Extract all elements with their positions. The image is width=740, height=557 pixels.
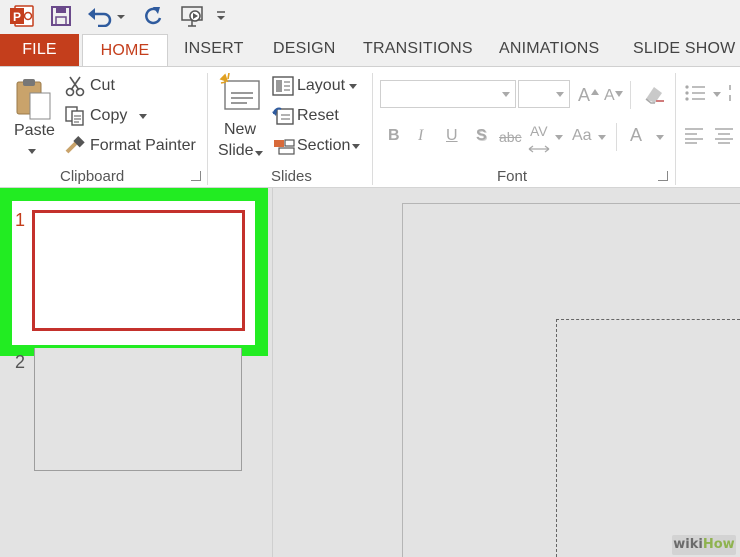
slides-group-label: Slides xyxy=(271,168,312,185)
character-spacing-dropdown-icon[interactable] xyxy=(555,135,563,140)
copy-label[interactable]: Copy xyxy=(90,107,127,125)
font-name-combo[interactable] xyxy=(380,80,516,108)
paste-label[interactable]: Paste xyxy=(14,122,55,140)
new-slide-dropdown-icon[interactable] xyxy=(255,151,263,156)
layout-dropdown-icon[interactable] xyxy=(349,84,357,89)
start-slideshow-icon[interactable] xyxy=(178,3,208,29)
clipboard-group-label: Clipboard xyxy=(60,168,125,185)
font-size-dropdown-icon[interactable] xyxy=(556,92,564,97)
font-group-label: Font xyxy=(497,168,528,185)
powerpoint-logo-icon: P xyxy=(8,3,36,29)
shrink-font-arrow-icon xyxy=(615,84,623,102)
cut-label[interactable]: Cut xyxy=(90,77,115,95)
change-case-dropdown-icon[interactable] xyxy=(598,135,606,140)
section-dropdown-icon[interactable] xyxy=(352,144,360,149)
save-icon[interactable] xyxy=(48,3,74,29)
format-painter-label[interactable]: Format Painter xyxy=(90,137,196,155)
clear-formatting-icon[interactable] xyxy=(642,83,666,110)
new-slide-label-line1[interactable]: New xyxy=(224,121,256,139)
paste-icon[interactable] xyxy=(14,77,54,126)
slide-thumbnail-1[interactable] xyxy=(32,210,245,331)
shrink-font-button[interactable]: A xyxy=(604,87,615,105)
tab-file[interactable]: FILE xyxy=(0,34,79,66)
quick-access-toolbar: P xyxy=(0,0,740,32)
format-painter-icon[interactable] xyxy=(64,135,86,162)
character-spacing-button[interactable]: AV xyxy=(530,123,548,139)
font-color-button[interactable]: A xyxy=(630,125,642,146)
copy-icon[interactable] xyxy=(64,105,86,132)
slide-thumbnail-pane: 1 2 xyxy=(0,188,272,557)
numbering-icon[interactable] xyxy=(729,83,740,108)
font-launcher-icon[interactable] xyxy=(658,171,668,181)
svg-text:P: P xyxy=(13,10,21,24)
grow-font-button[interactable]: A xyxy=(578,85,590,106)
pane-divider[interactable] xyxy=(272,188,273,557)
slide-number-1: 1 xyxy=(15,210,26,230)
grow-font-arrow-icon xyxy=(591,82,599,100)
section-icon[interactable] xyxy=(272,136,296,161)
cut-icon[interactable] xyxy=(64,75,86,102)
clipboard-launcher-icon[interactable] xyxy=(191,171,201,181)
new-slide-label-line2[interactable]: Slide xyxy=(218,142,254,160)
tab-animations[interactable]: ANIMATIONS xyxy=(499,32,599,66)
content-placeholder[interactable] xyxy=(556,319,740,557)
font-size-combo[interactable] xyxy=(518,80,570,108)
bullets-icon[interactable] xyxy=(684,83,706,108)
group-separator xyxy=(616,123,617,151)
group-separator xyxy=(207,73,208,185)
underline-button[interactable]: U xyxy=(446,127,458,145)
align-center-icon[interactable] xyxy=(714,127,734,150)
bullets-dropdown-icon[interactable] xyxy=(713,92,721,97)
strikethrough-button[interactable]: abc xyxy=(499,129,522,145)
copy-dropdown-icon[interactable] xyxy=(139,114,147,119)
shadow-button[interactable]: S xyxy=(476,127,487,145)
reset-label[interactable]: Reset xyxy=(297,107,339,125)
bold-button[interactable]: B xyxy=(388,127,400,145)
new-slide-icon[interactable] xyxy=(219,72,261,118)
font-color-dropdown-icon[interactable] xyxy=(656,135,664,140)
ribbon: Paste Cut Copy Format Painter Clipboard xyxy=(0,66,740,188)
layout-label[interactable]: Layout xyxy=(297,77,345,95)
ribbon-tab-bar: FILE HOME INSERT DESIGN TRANSITIONS ANIM… xyxy=(0,32,740,67)
redo-icon[interactable] xyxy=(140,3,166,29)
tab-slide-show[interactable]: SLIDE SHOW xyxy=(633,32,735,66)
group-separator xyxy=(372,73,373,185)
change-case-button[interactable]: Aa xyxy=(572,127,592,145)
undo-icon[interactable] xyxy=(86,3,126,29)
tab-transitions[interactable]: TRANSITIONS xyxy=(363,32,473,66)
align-left-icon[interactable] xyxy=(684,127,704,150)
tab-home[interactable]: HOME xyxy=(82,34,168,67)
customize-toolbar-icon[interactable] xyxy=(214,3,228,29)
paste-dropdown-icon[interactable] xyxy=(28,149,36,154)
italic-button[interactable]: I xyxy=(418,127,423,145)
tab-design[interactable]: DESIGN xyxy=(273,32,336,66)
wikihow-watermark: wikiHow xyxy=(672,535,736,555)
section-label[interactable]: Section xyxy=(297,137,350,155)
group-separator xyxy=(675,73,676,185)
layout-icon[interactable] xyxy=(272,76,294,101)
group-separator xyxy=(630,81,631,109)
tab-insert[interactable]: INSERT xyxy=(184,32,244,66)
reset-icon[interactable] xyxy=(272,106,294,131)
slide-number-2: 2 xyxy=(15,352,26,372)
slide-thumbnail-2[interactable] xyxy=(34,348,242,471)
character-spacing-arrows-icon xyxy=(528,140,550,158)
font-name-dropdown-icon[interactable] xyxy=(502,92,510,97)
